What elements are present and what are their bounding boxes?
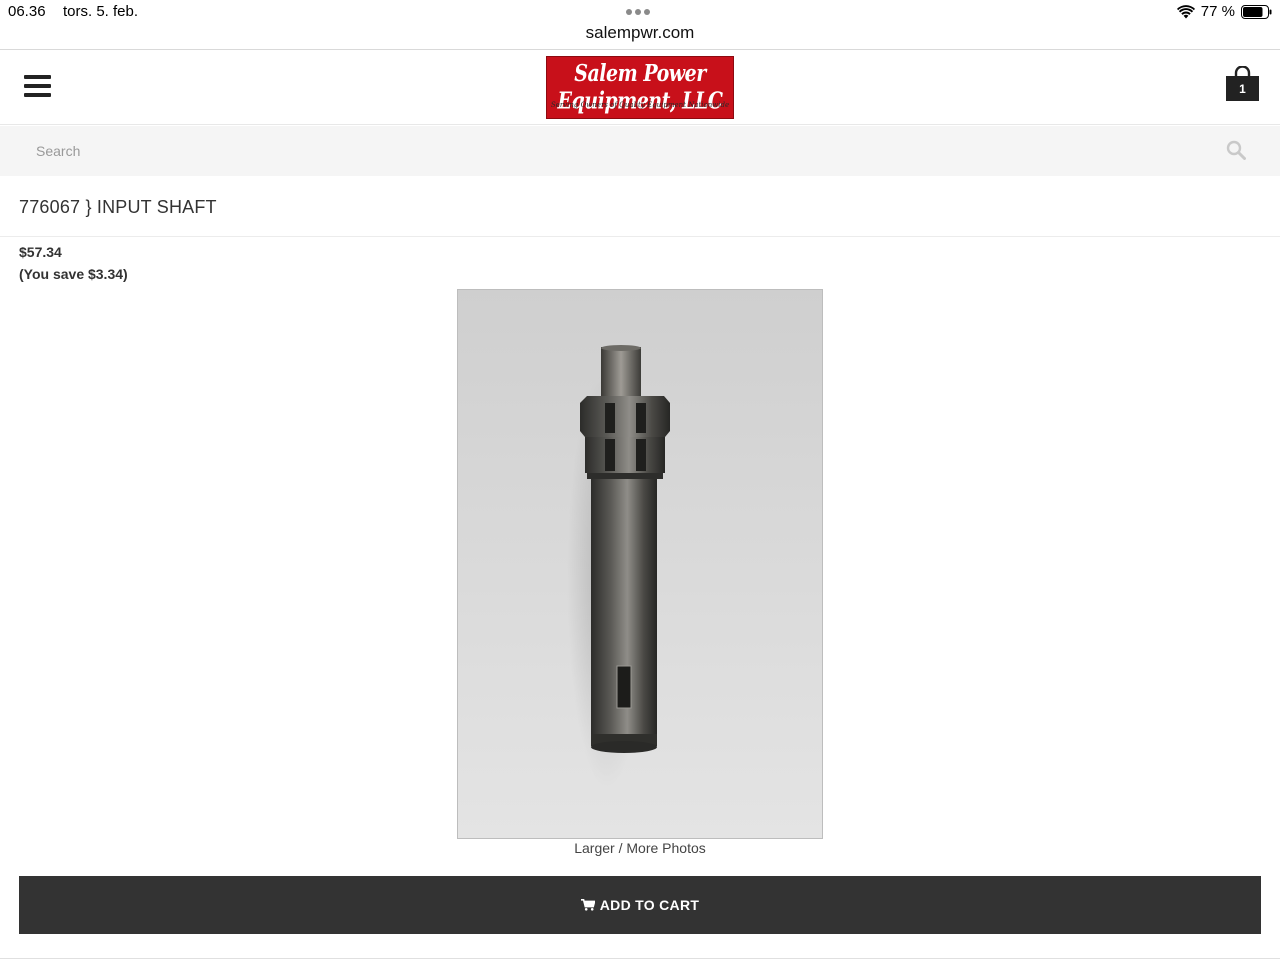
address-bar-url[interactable]: salempwr.com	[0, 23, 1280, 43]
add-to-cart-label: ADD TO CART	[599, 897, 700, 913]
battery-percent: 77 %	[1200, 3, 1235, 20]
cart-count-badge: 1	[1239, 82, 1246, 96]
status-date: tors. 5. feb.	[63, 3, 139, 20]
product-title: 776067 } INPUT SHAFT	[19, 197, 217, 217]
search-input[interactable]	[20, 134, 1200, 168]
status-time: 06.36	[8, 3, 46, 20]
status-bar: 06.36 tors. 5. feb. salempwr.com 77 %	[0, 0, 1280, 50]
cart-button-icon	[580, 899, 595, 911]
more-photos-link[interactable]: Larger / More Photos	[0, 840, 1280, 856]
bottom-divider	[0, 958, 1280, 959]
site-logo[interactable]: Salem Power Equipment, LLC Serving Owner…	[546, 56, 734, 119]
product-title-row: 776067 } INPUT SHAFT	[0, 177, 1280, 237]
menu-icon[interactable]	[24, 75, 51, 97]
search-icon[interactable]	[1226, 140, 1246, 160]
multitasking-dots-icon[interactable]	[626, 9, 650, 15]
cart-icon[interactable]: 1	[1226, 65, 1259, 102]
site-header: Salem Power Equipment, LLC Serving Owner…	[0, 51, 1280, 125]
search-bar	[0, 126, 1280, 176]
wifi-icon	[1176, 4, 1195, 18]
product-savings: (You save $3.34)	[19, 266, 128, 282]
status-indicators: 77 %	[1176, 3, 1272, 20]
product-price: $57.34	[19, 244, 62, 260]
input-shaft-image	[457, 289, 823, 839]
add-to-cart-button[interactable]: ADD TO CART	[19, 876, 1261, 934]
product-photo[interactable]	[457, 289, 823, 839]
battery-icon	[1241, 4, 1272, 19]
logo-tagline: Serving Owners of Quality Equipment Nati…	[550, 101, 730, 109]
